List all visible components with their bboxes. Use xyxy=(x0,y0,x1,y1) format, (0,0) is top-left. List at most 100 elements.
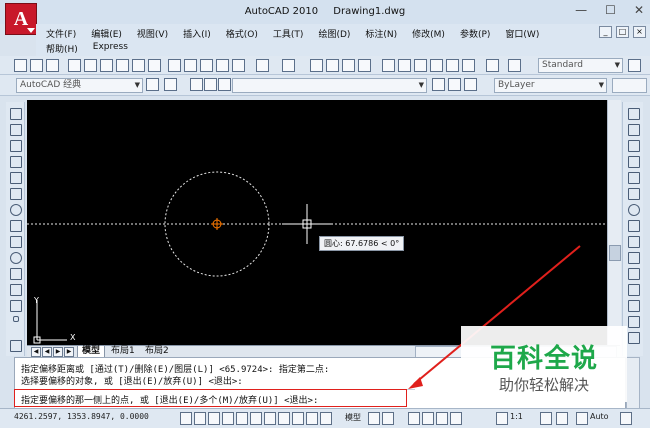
drawing-area[interactable]: 圆心: 67.6786 < 0° Y X xyxy=(27,100,607,345)
line-icon[interactable] xyxy=(10,108,22,120)
auto-label[interactable]: Auto xyxy=(590,412,609,421)
zoom-window-icon[interactable] xyxy=(342,59,355,72)
extend-icon[interactable] xyxy=(628,268,640,280)
steering-wheel-icon[interactable] xyxy=(436,412,448,425)
chamfer-icon[interactable] xyxy=(628,316,640,328)
annotation-scale-value[interactable]: 1:1 xyxy=(510,412,523,421)
auto-scale-icon[interactable] xyxy=(556,412,568,425)
design-center-icon[interactable] xyxy=(398,59,411,72)
rectangle-icon[interactable] xyxy=(10,172,22,184)
insert-block-icon[interactable] xyxy=(10,284,22,296)
menu-format[interactable]: 格式(O) xyxy=(226,27,258,40)
construction-line-icon[interactable] xyxy=(10,124,22,136)
application-menu-button[interactable]: A xyxy=(5,3,37,35)
redo-icon[interactable] xyxy=(282,59,295,72)
ortho-mode-icon[interactable] xyxy=(208,412,220,425)
workspace-switch-icon[interactable] xyxy=(576,412,588,425)
layer-lock-icon[interactable] xyxy=(218,78,231,91)
menu-insert[interactable]: 插入(I) xyxy=(183,27,211,40)
erase-icon[interactable] xyxy=(628,108,640,120)
array-icon[interactable] xyxy=(628,172,640,184)
mirror-icon[interactable] xyxy=(628,140,640,152)
open-icon[interactable] xyxy=(30,59,43,72)
zoom-status-icon[interactable] xyxy=(422,412,434,425)
first-tab-icon[interactable]: ◀ xyxy=(31,347,41,357)
annotation-visibility-icon[interactable] xyxy=(540,412,552,425)
zoom-previous-icon[interactable] xyxy=(358,59,371,72)
showmotion-icon[interactable] xyxy=(450,412,462,425)
make-block-icon[interactable] xyxy=(10,300,22,312)
plot-icon[interactable] xyxy=(132,59,145,72)
print-preview-icon[interactable] xyxy=(84,59,97,72)
match-properties-icon[interactable] xyxy=(216,59,229,72)
block-editor-icon[interactable] xyxy=(232,59,245,72)
spline-icon[interactable] xyxy=(10,236,22,248)
annotation-scale-icon[interactable] xyxy=(496,412,508,425)
object-snap-icon[interactable] xyxy=(236,412,248,425)
break-icon[interactable] xyxy=(628,284,640,296)
next-tab-icon[interactable]: ▶ xyxy=(53,347,63,357)
save-icon[interactable] xyxy=(46,59,59,72)
properties-icon[interactable] xyxy=(382,59,395,72)
model-space-button[interactable]: 模型 xyxy=(345,412,361,423)
clean-screen-icon[interactable] xyxy=(620,412,632,425)
tool-palettes-icon[interactable] xyxy=(414,59,427,72)
tab-layout2[interactable]: 布局2 xyxy=(141,346,173,357)
etransmit-icon[interactable] xyxy=(148,59,161,72)
arc-icon[interactable] xyxy=(10,188,22,200)
quickcalc-icon[interactable] xyxy=(462,59,475,72)
ellipse-arc-icon[interactable] xyxy=(10,268,22,280)
scroll-thumb[interactable] xyxy=(609,245,621,261)
menu-dimension[interactable]: 标注(N) xyxy=(365,27,397,40)
sun-icon[interactable] xyxy=(204,78,217,91)
scale-icon[interactable] xyxy=(628,220,640,232)
3d-print-icon[interactable] xyxy=(116,59,129,72)
lightbulb-icon[interactable] xyxy=(190,78,203,91)
dynamic-ucs-icon[interactable] xyxy=(278,412,290,425)
vertical-scrollbar[interactable] xyxy=(607,100,621,345)
quick-view-drawings-icon[interactable] xyxy=(382,412,394,425)
trim-icon[interactable] xyxy=(628,252,640,264)
snap-mode-icon[interactable] xyxy=(180,412,192,425)
last-tab-icon[interactable]: ▶ xyxy=(64,347,74,357)
publish-icon[interactable] xyxy=(100,59,113,72)
doc-close-button[interactable]: × xyxy=(633,26,646,38)
sheet-set-icon[interactable] xyxy=(430,59,443,72)
menu-express[interactable]: Express xyxy=(93,42,128,55)
menu-modify[interactable]: 修改(M) xyxy=(412,27,445,40)
workspace-settings-icon[interactable] xyxy=(146,78,159,91)
circle-icon[interactable] xyxy=(10,204,22,216)
menu-view[interactable]: 视图(V) xyxy=(137,27,168,40)
doc-minimize-button[interactable]: _ xyxy=(599,26,612,38)
pan-status-icon[interactable] xyxy=(408,412,420,425)
dim-style-icon[interactable] xyxy=(628,59,641,72)
tab-layout1[interactable]: 布局1 xyxy=(107,346,139,357)
menu-tools[interactable]: 工具(T) xyxy=(273,27,304,40)
join-icon[interactable] xyxy=(628,300,640,312)
cut-icon[interactable] xyxy=(168,59,181,72)
make-current-layer-icon[interactable] xyxy=(432,78,445,91)
menu-help[interactable]: 帮助(H) xyxy=(46,42,78,55)
polar-tracking-icon[interactable] xyxy=(222,412,234,425)
quick-view-layouts-icon[interactable] xyxy=(368,412,380,425)
menu-edit[interactable]: 编辑(E) xyxy=(91,27,122,40)
linetype-dropdown[interactable] xyxy=(612,78,647,93)
move-icon[interactable] xyxy=(628,188,640,200)
rotate-icon[interactable] xyxy=(628,204,640,216)
layer-previous-icon[interactable] xyxy=(448,78,461,91)
pan-icon[interactable] xyxy=(310,59,323,72)
menu-file[interactable]: 文件(F) xyxy=(46,27,76,40)
color-dropdown[interactable]: ByLayer ▼ xyxy=(494,78,607,93)
fillet-icon[interactable] xyxy=(628,332,640,344)
markup-icon[interactable] xyxy=(446,59,459,72)
layer-manager-icon[interactable] xyxy=(164,78,177,91)
zoom-realtime-icon[interactable] xyxy=(326,59,339,72)
paste-icon[interactable] xyxy=(200,59,213,72)
text-style-dropdown[interactable]: Standard ▼ xyxy=(538,58,623,73)
grid-display-icon[interactable] xyxy=(194,412,206,425)
doc-restore-button[interactable]: □ xyxy=(616,26,629,38)
object-snap-tracking-icon[interactable] xyxy=(264,412,276,425)
copy-object-icon[interactable] xyxy=(628,124,640,136)
layer-states-icon[interactable] xyxy=(464,78,477,91)
workspace-dropdown[interactable]: AutoCAD 经典 ▼ xyxy=(16,78,143,93)
